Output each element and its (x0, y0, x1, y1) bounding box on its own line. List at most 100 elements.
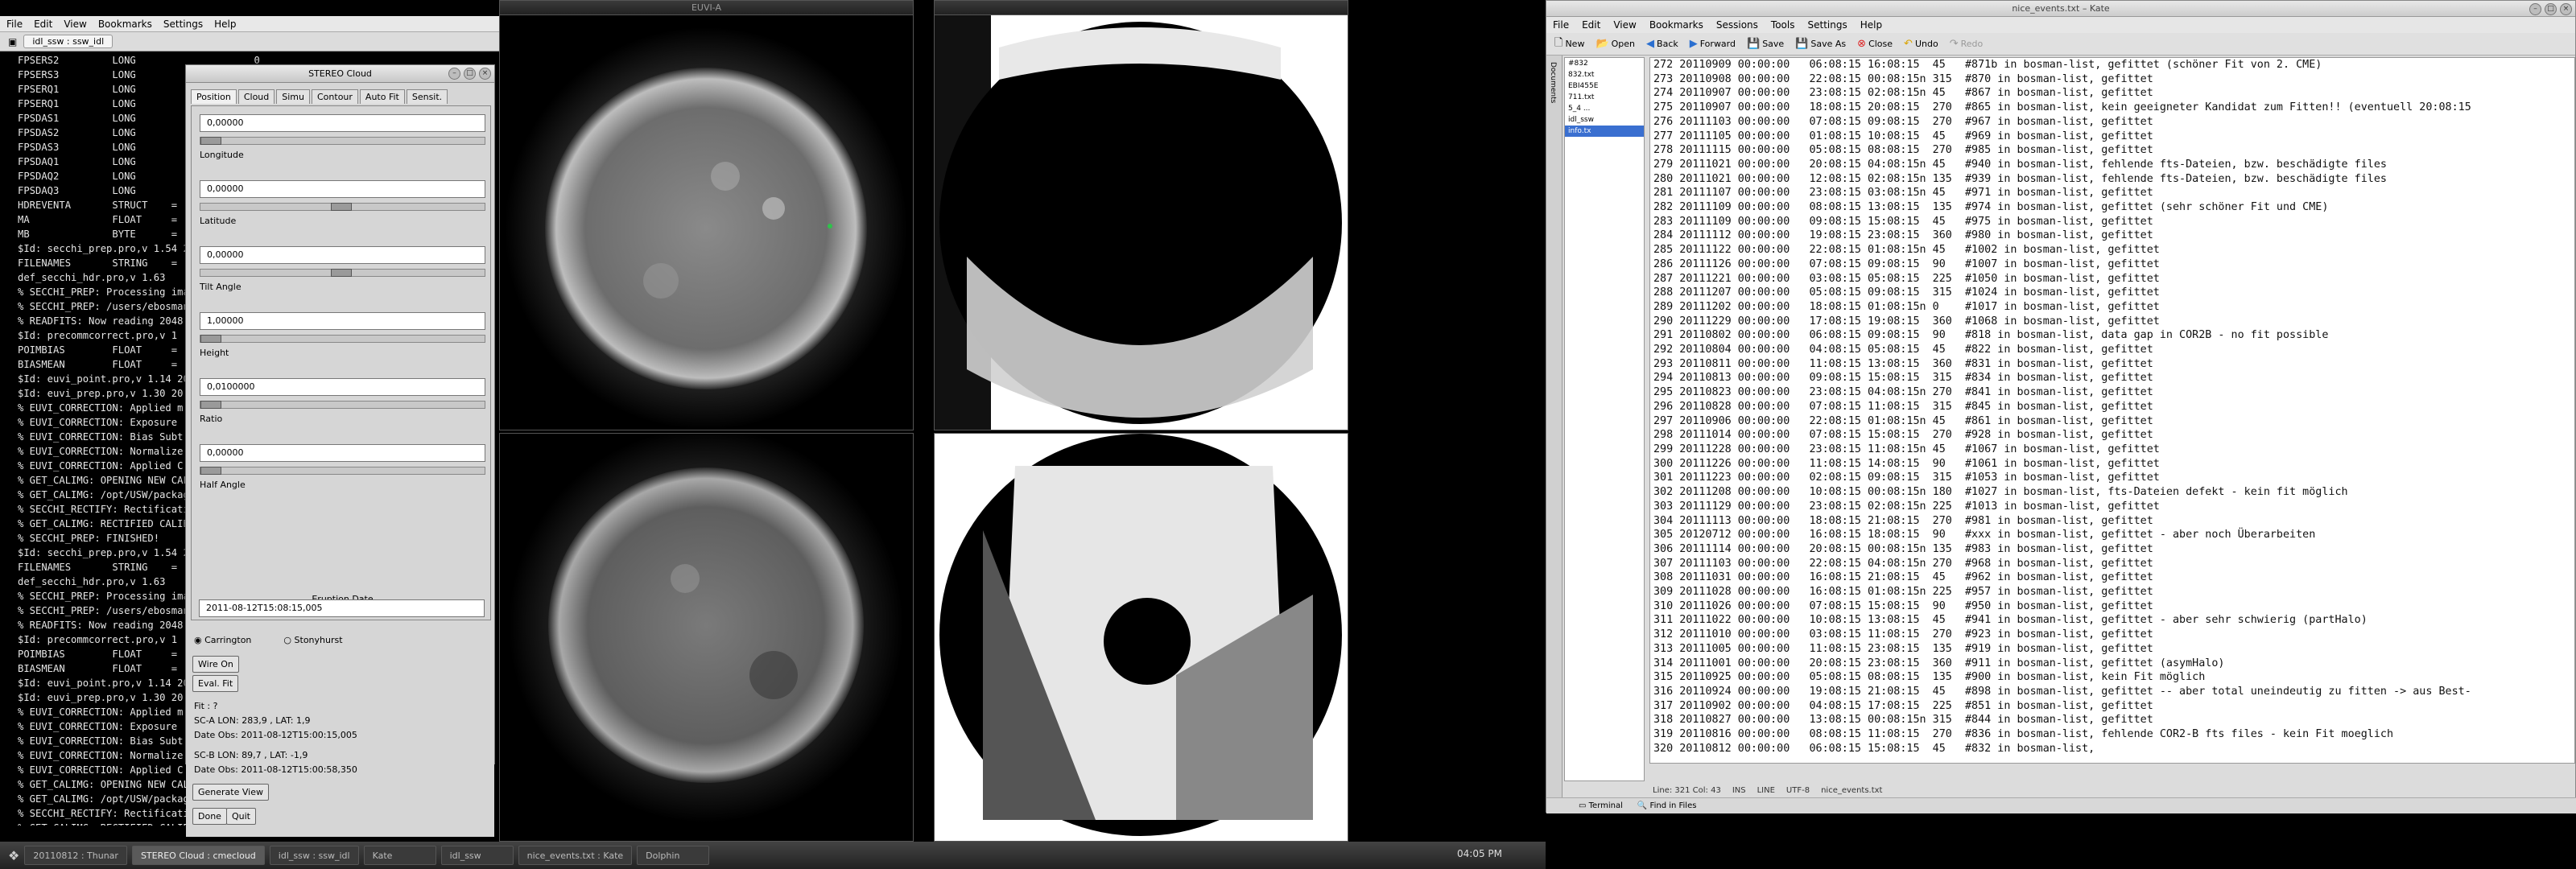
taskbar-item[interactable]: 20110812 : Thunar (24, 846, 127, 865)
menu-edit[interactable]: Edit (1582, 19, 1600, 31)
menu-bookmarks[interactable]: Bookmarks (1649, 19, 1703, 31)
kate-titlebar[interactable]: nice_events.txt – Kate – □ × (1546, 1, 2575, 17)
maximize-icon[interactable]: □ (464, 68, 476, 80)
close-doc-button[interactable]: ⊗ Close (1857, 38, 1893, 50)
tree-item[interactable]: 832.txt (1565, 69, 1644, 80)
document-tree[interactable]: #832 832.txt EBI455E 711.txt 5_4 ... idl_ssw i… (1564, 57, 1645, 781)
param-value-field[interactable]: 0,00000 (200, 180, 485, 198)
forward-button[interactable]: ▶ Forward (1690, 38, 1736, 50)
tab-cloud[interactable]: Cloud (237, 89, 275, 104)
cor2-a-window (934, 0, 1348, 430)
minimize-icon[interactable]: – (2529, 3, 2541, 15)
menu-bookmarks[interactable]: Bookmarks (98, 19, 152, 30)
param-value-field[interactable]: 0,0100000 (200, 378, 485, 396)
taskbar-item[interactable]: Dolphin (637, 846, 710, 865)
tree-item[interactable]: idl_ssw (1565, 114, 1644, 126)
eruption-date-field[interactable]: 2011-08-12T15:08:15,005 (199, 599, 485, 617)
param-value-field[interactable]: 0,00000 (200, 246, 485, 264)
tree-item[interactable]: 5_4 ... (1565, 103, 1644, 114)
save-button[interactable]: 💾 Save (1747, 38, 1784, 50)
euvi-a-image[interactable] (500, 15, 913, 430)
tab-contour[interactable]: Contour (312, 89, 358, 104)
param-value-field[interactable]: 0,00000 (200, 444, 485, 462)
menu-view[interactable]: View (1613, 19, 1636, 31)
param-slider[interactable] (200, 401, 485, 409)
stereo-cloud-titlebar[interactable]: STEREO Cloud – □ × (186, 65, 494, 83)
taskbar-item[interactable]: Kate (363, 846, 436, 865)
param-value-field[interactable]: 1,00000 (200, 312, 485, 330)
slider-thumb[interactable] (331, 203, 353, 211)
filename-status: nice_events.txt (1821, 785, 1883, 795)
new-button[interactable]: 🗋 New (1554, 35, 1584, 53)
param-slider[interactable] (200, 269, 485, 277)
close-icon[interactable]: × (479, 68, 491, 80)
euvi-b-image[interactable] (500, 428, 913, 841)
taskbar-item[interactable]: STEREO Cloud : cmecloud (131, 846, 265, 865)
generate-view-button[interactable]: Generate View (192, 784, 269, 801)
tree-item[interactable]: info.tx (1565, 126, 1644, 137)
start-menu-icon[interactable]: ❖ (8, 848, 19, 863)
redo-button[interactable]: ↷ Redo (1950, 38, 1984, 50)
undo-button[interactable]: ↶ Undo (1904, 38, 1938, 50)
cor2-b-image[interactable] (935, 434, 1348, 841)
save-as-button[interactable]: 💾 Save As (1795, 38, 1846, 50)
menu-settings[interactable]: Settings (163, 19, 203, 30)
tab-position[interactable]: Position (191, 89, 237, 104)
menu-help[interactable]: Help (214, 19, 236, 30)
eval-fit-button[interactable]: Eval. Fit (192, 675, 239, 692)
menu-tools[interactable]: Tools (1771, 19, 1795, 31)
taskbar-item[interactable]: nice_events.txt : Kate (518, 846, 633, 865)
encoding[interactable]: UTF-8 (1786, 786, 1810, 795)
cor2-a-image[interactable] (935, 15, 1348, 430)
close-icon[interactable]: × (2560, 3, 2572, 15)
param-slider[interactable] (200, 335, 485, 343)
menu-edit[interactable]: Edit (34, 19, 52, 30)
radio-stonyhurst[interactable]: ○ Stonyhurst (283, 635, 342, 645)
taskbar-item[interactable]: idl_ssw : ssw_idl (269, 846, 359, 865)
wire-on-button[interactable]: Wire On (192, 656, 239, 673)
taskbar-item[interactable]: idl_ssw (440, 846, 514, 865)
menu-help[interactable]: Help (1860, 19, 1882, 31)
terminal-tab[interactable]: idl_ssw : ssw_idl (23, 35, 114, 48)
insert-mode[interactable]: INS (1732, 786, 1746, 795)
editor-line: 315 20110925 00:00:00 05:08:15 08:08:15 … (1653, 671, 2206, 684)
param-slider[interactable] (200, 203, 485, 211)
tree-item[interactable]: EBI455E (1565, 80, 1644, 92)
tab-sensit[interactable]: Sensit. (406, 89, 448, 104)
find-in-files-button[interactable]: 🔍 Find in Files (1637, 801, 1697, 810)
menu-file[interactable]: File (1553, 19, 1569, 31)
menu-sessions[interactable]: Sessions (1716, 19, 1758, 31)
tab-simu[interactable]: Simu (276, 89, 310, 104)
minimize-icon[interactable]: – (448, 68, 460, 80)
line-mode[interactable]: LINE (1757, 786, 1775, 795)
param-slider[interactable] (200, 467, 485, 475)
maximize-icon[interactable]: □ (2545, 3, 2557, 15)
quit-button[interactable]: Quit (226, 808, 256, 825)
param-value-field[interactable]: 0,00000 (200, 114, 485, 132)
text-editor[interactable]: 272 20110909 00:00:00 06:08:15 16:08:15 … (1649, 57, 2575, 764)
slider-thumb[interactable] (200, 137, 221, 145)
editor-line: 304 20111113 00:00:00 18:08:15 21:08:15 … (1653, 514, 2153, 527)
stereo-cloud-lower: SC-B LON: 89,7 , LAT: -1,9 Date Obs: 201… (186, 748, 494, 837)
kate-statusbar: Line: 321 Col: 43 INS LINE UTF-8 nice_ev… (1649, 783, 2575, 797)
param-slider[interactable] (200, 137, 485, 145)
tree-item[interactable]: #832 (1565, 58, 1644, 69)
editor-line: 278 20111115 00:00:00 05:08:15 08:08:15 … (1653, 144, 2153, 157)
open-button[interactable]: 📂 Open (1596, 38, 1635, 50)
new-tab-icon[interactable]: ▣ (8, 36, 17, 47)
tree-item[interactable]: 711.txt (1565, 92, 1644, 103)
slider-thumb[interactable] (200, 335, 221, 343)
radio-carrington[interactable]: ◉ Carrington (194, 635, 251, 645)
slider-thumb[interactable] (200, 467, 221, 475)
slider-thumb[interactable] (200, 401, 221, 409)
back-button[interactable]: ◀ Back (1646, 38, 1678, 50)
menu-file[interactable]: File (6, 19, 23, 30)
param-label: Latitude (200, 216, 237, 226)
done-button[interactable]: Done (192, 808, 227, 825)
tab-autofit[interactable]: Auto Fit (359, 89, 405, 104)
documents-sidebar-tab[interactable]: Documents (1546, 56, 1563, 808)
menu-view[interactable]: View (64, 19, 86, 30)
slider-thumb[interactable] (331, 269, 353, 277)
terminal-tool-button[interactable]: ▭ Terminal (1579, 801, 1623, 810)
menu-settings[interactable]: Settings (1807, 19, 1847, 31)
